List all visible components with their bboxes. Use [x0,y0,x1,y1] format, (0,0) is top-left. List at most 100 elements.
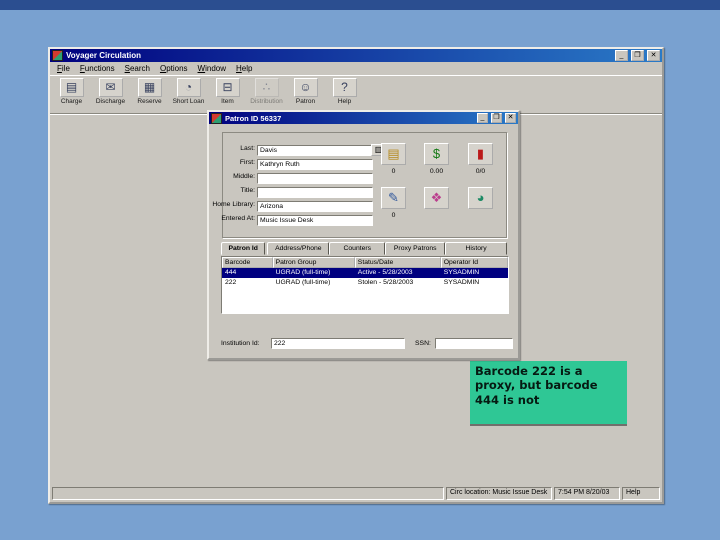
tab-address-phone[interactable]: Address/Phone [267,242,330,255]
menu-help[interactable]: Help [231,63,257,74]
home-library-field[interactable] [257,201,373,212]
toolbar-discharge[interactable]: ✉ Discharge [92,78,129,105]
cell-operator-id: SYSADMIN [443,269,480,276]
ssn-label: SSN: [415,340,431,347]
ssn-field[interactable] [435,338,513,349]
table-row[interactable]: 444 UGRAD (full-time) Active - 5/28/2003… [222,268,508,278]
overdue-recalls-count: 0/0 [475,168,486,175]
cell-barcode: 444 [225,269,237,276]
toolbar-help-label: Help [337,98,352,105]
toolbar: ▤ Charge ✉ Discharge ▦ Reserve ◔ Short L… [50,76,662,114]
toolbar-reserve[interactable]: ▦ Reserve [131,78,168,105]
close-button[interactable]: ✕ [647,50,660,61]
maximize-button[interactable]: ❒ [631,50,644,61]
tab-proxy-patrons[interactable]: Proxy Patrons [385,242,446,255]
slide-top-band [0,0,720,10]
menu-bar: File Functions Search Options Window Hel… [50,62,662,76]
tab-history[interactable]: History [445,242,507,255]
help-icon: ? [332,78,357,97]
app-titlebar[interactable]: Voyager Circulation _ ❒ ✕ [50,49,662,62]
distribution-icon: ∴ [254,78,279,97]
toolbar-charge[interactable]: ▤ Charge [53,78,90,105]
short-loan-icon: ◔ [176,78,201,97]
toolbar-discharge-label: Discharge [95,98,126,105]
toolbar-distribution-label: Distribution [250,98,283,105]
barcode-table-header: Barcode Patron Group Status/Date Operato… [222,257,508,268]
header-barcode[interactable]: Barcode [222,257,273,268]
title-label: Title: [240,187,255,194]
dialog-maximize-button[interactable]: ❒ [491,113,502,123]
charged-items-count: 0 [391,168,396,175]
first-name-field[interactable] [257,159,373,170]
cell-status-date: Active - 5/28/2003 [357,269,413,276]
toolbar-item-label: Item [221,98,234,105]
title-field[interactable] [257,187,373,198]
toolbar-short-loan-label: Short Loan [172,98,205,105]
slide-background: Voyager Circulation _ ❒ ✕ File Functions… [0,0,720,540]
annotation-callout: Barcode 222 is a proxy, but barcode 444 … [470,361,627,424]
toolbar-help[interactable]: ? Help [326,78,363,105]
status-message [52,487,444,500]
menu-functions[interactable]: Functions [75,63,120,74]
header-patron-group[interactable]: Patron Group [272,257,355,268]
patron-dialog-titlebar[interactable]: Patron ID 56337 _ ❒ ✕ [209,112,518,124]
tab-patron-id[interactable]: Patron Id [221,242,266,255]
charged-items-icon[interactable]: ▤ [381,143,406,165]
home-library-label: Home Library: [212,201,255,208]
toolbar-short-loan[interactable]: ◔ Short Loan [170,78,207,105]
header-status-date[interactable]: Status/Date [354,257,441,268]
patron-icon: ☺ [293,78,318,97]
status-datetime: 7:54 PM 8/20/03 [554,487,620,500]
status-help: Help [622,487,660,500]
middle-name-field[interactable] [257,173,373,184]
patron-dialog-icon [211,112,222,124]
minimize-button[interactable]: _ [615,50,628,61]
menu-file[interactable]: File [52,63,75,74]
item-icon: ⊟ [215,78,240,97]
last-name-field[interactable] [257,145,373,156]
cell-patron-group: UGRAD (full-time) [275,269,331,276]
dialog-close-button[interactable]: ✕ [505,113,516,123]
dialog-minimize-button[interactable]: _ [477,113,488,123]
charge-icon: ▤ [59,78,84,97]
reserve-icon: ▦ [137,78,162,97]
toolbar-patron[interactable]: ☺ Patron [287,78,324,105]
menu-search[interactable]: Search [120,63,155,74]
cell-status-date: Stolen - 5/28/2003 [357,279,414,286]
status-bar: Circ location: Music Issue Desk 7:54 PM … [52,487,660,500]
toolbar-reserve-label: Reserve [137,98,162,105]
stamps-icon[interactable]: ❖ [424,187,449,209]
toolbar-distribution: ∴ Distribution [248,78,285,105]
middle-name-label: Middle: [233,173,255,180]
notes-icon[interactable]: ✎ [381,187,406,209]
last-name-label: Last: [240,145,255,152]
cell-patron-group: UGRAD (full-time) [275,279,331,286]
toolbar-patron-label: Patron [295,98,316,105]
institution-id-label: Institution Id: [221,340,260,347]
institution-id-field[interactable] [271,338,405,349]
app-title: Voyager Circulation [66,51,141,60]
dialog-tabs: Patron Id Address/Phone Counters Proxy P… [221,242,507,255]
toolbar-item[interactable]: ⊟ Item [209,78,246,105]
entered-at-label: Entered At: [221,215,255,222]
cell-barcode: 222 [225,279,237,286]
menu-options[interactable]: Options [155,63,193,74]
fines-fees-count: 0.00 [429,168,444,175]
menu-window[interactable]: Window [193,63,231,74]
app-icon [52,50,63,61]
patron-dialog: Patron ID 56337 _ ❒ ✕ Last: ▥ First: Mid… [207,110,520,360]
header-operator-id[interactable]: Operator Id [440,257,508,268]
first-name-label: First: [239,159,255,166]
toolbar-charge-label: Charge [60,98,83,105]
fines-fees-icon[interactable]: $ [424,143,449,165]
status-circ-location: Circ location: Music Issue Desk [446,487,552,500]
cell-operator-id: SYSADMIN [443,279,480,286]
tab-counters[interactable]: Counters [329,242,386,255]
table-row[interactable]: 222 UGRAD (full-time) Stolen - 5/28/2003… [222,278,508,288]
entered-at-field[interactable] [257,215,373,226]
statistics-icon[interactable]: ◕ [468,187,493,209]
patron-dialog-title: Patron ID 56337 [225,113,282,123]
discharge-icon: ✉ [98,78,123,97]
barcode-table: Barcode Patron Group Status/Date Operato… [221,256,509,314]
overdue-recalls-icon[interactable]: ▮ [468,143,493,165]
